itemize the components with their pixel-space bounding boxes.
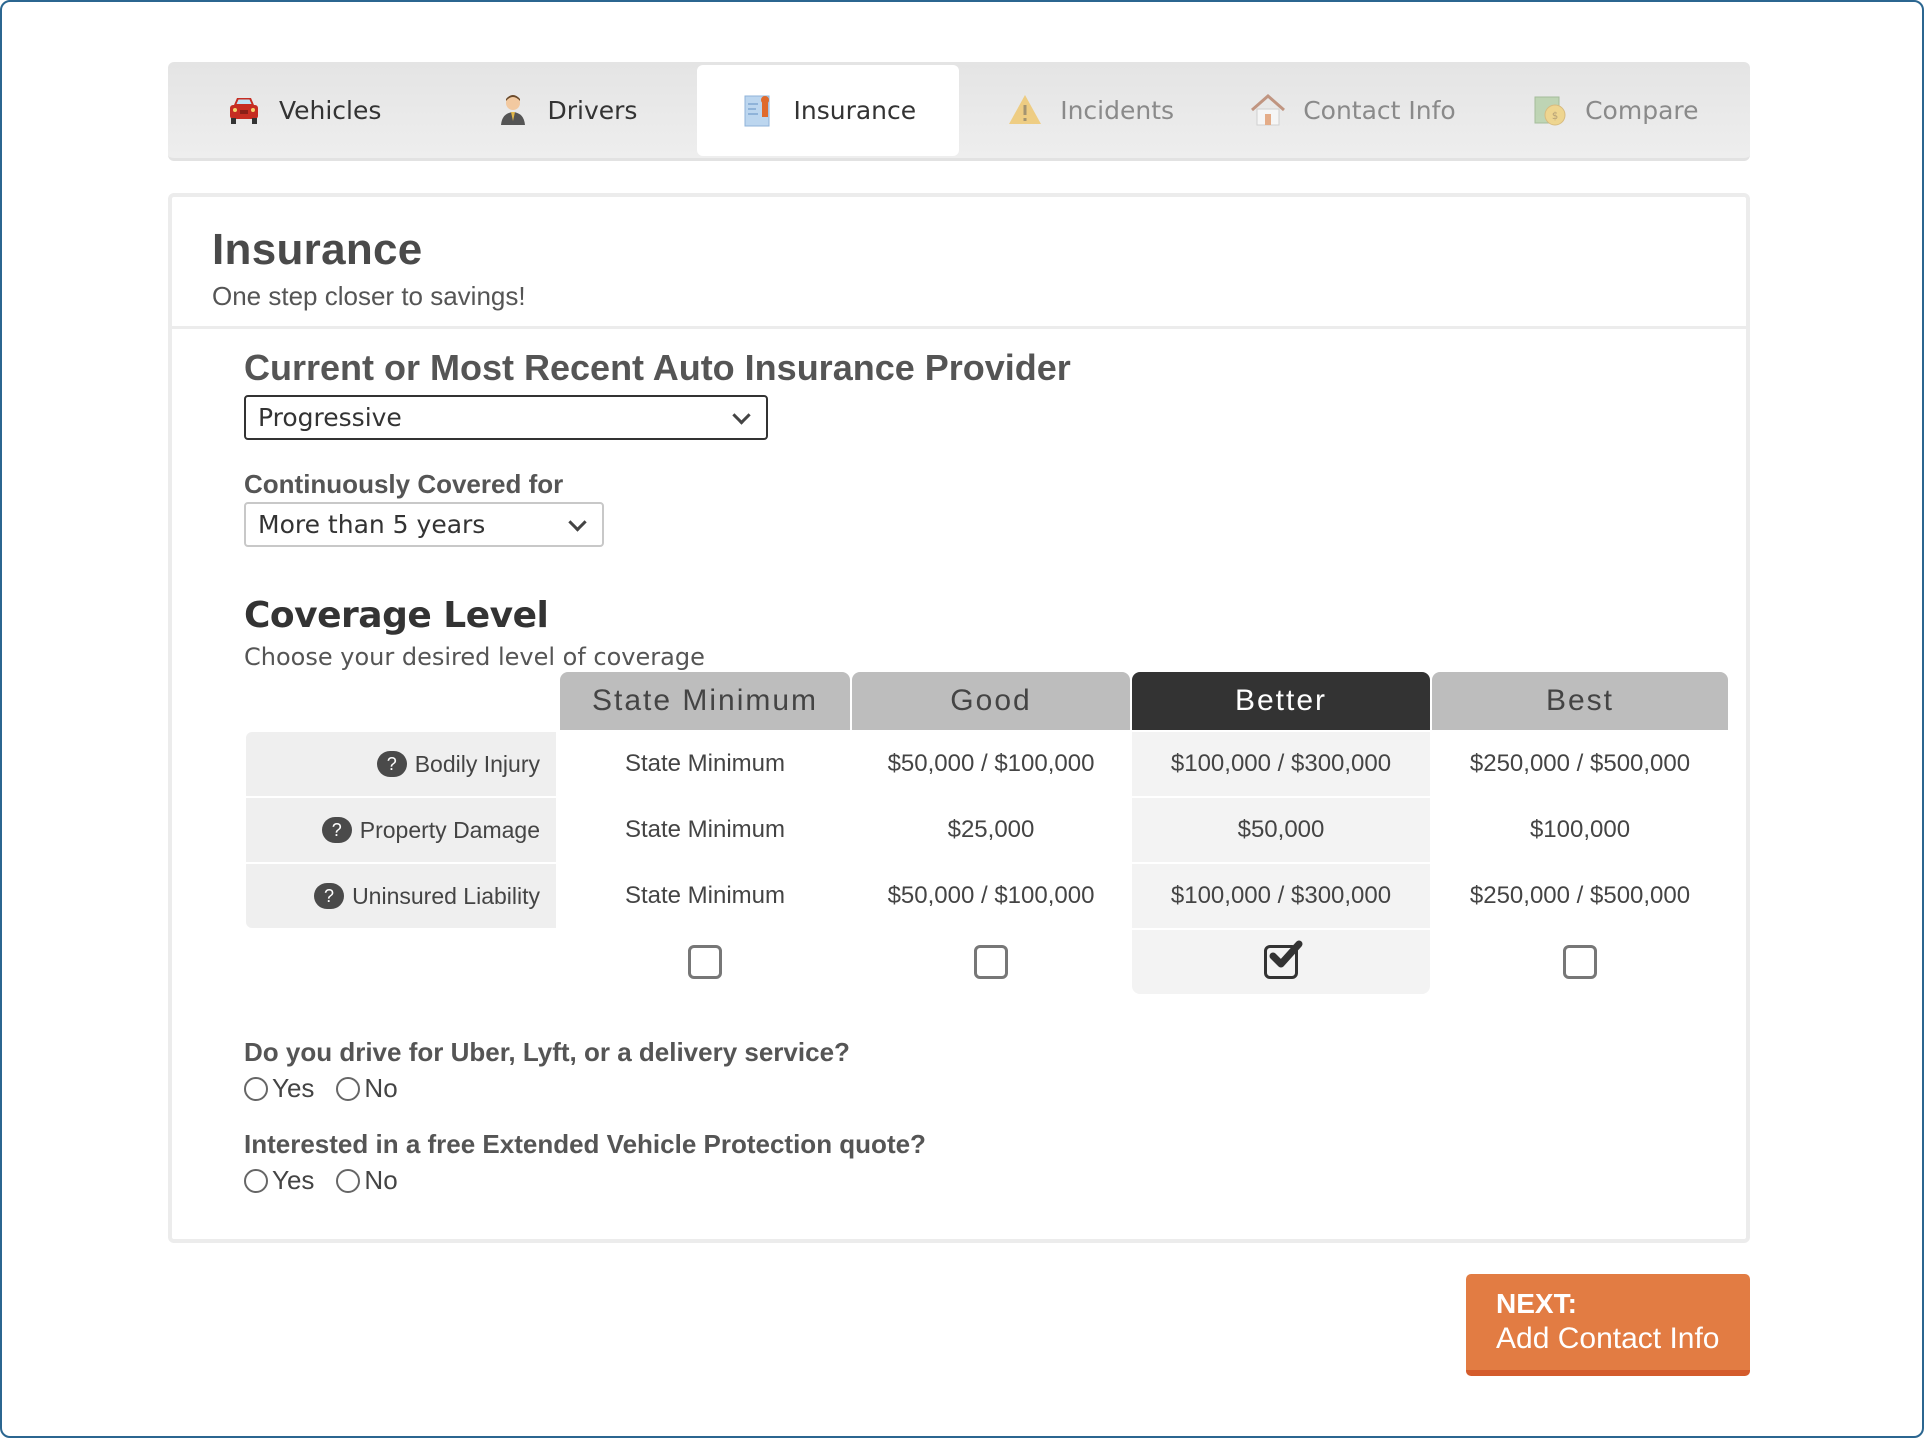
- tab-contact-info[interactable]: Contact Info: [1221, 65, 1483, 156]
- tab-label: Compare: [1585, 95, 1699, 125]
- checkbox-cell: [852, 930, 1130, 994]
- checkmark-icon: [1269, 940, 1303, 968]
- rideshare-yes-radio[interactable]: Yes: [244, 1073, 314, 1104]
- checkbox-cell: [1432, 930, 1728, 994]
- rideshare-radio-group: Yes No: [244, 1073, 398, 1104]
- select-better-checkbox[interactable]: [1264, 940, 1303, 979]
- radio-label: No: [364, 1073, 398, 1103]
- house-icon: [1249, 91, 1287, 129]
- row-label-text: Property Damage: [359, 816, 540, 843]
- covered-select[interactable]: More than 5 years: [244, 502, 604, 547]
- tab-drivers[interactable]: Drivers: [434, 65, 696, 156]
- table-cell: State Minimum: [624, 882, 786, 909]
- protection-yes-radio[interactable]: Yes: [244, 1165, 314, 1196]
- car-icon: [225, 91, 263, 129]
- tab-label: Contact Info: [1303, 95, 1456, 125]
- table-cell: State Minimum: [624, 816, 786, 843]
- level-header-best[interactable]: Best: [1432, 672, 1728, 730]
- level-header-state-minimum[interactable]: State Minimum: [560, 672, 850, 730]
- radio-circle[interactable]: [336, 1168, 361, 1193]
- chevron-down-icon: [732, 405, 751, 425]
- page-subtitle: One step closer to savings!: [212, 281, 526, 311]
- table-cell: $50,000 / $100,000: [887, 750, 1095, 777]
- page-title: Insurance: [212, 225, 423, 274]
- next-button-line1: NEXT:: [1496, 1288, 1577, 1319]
- provider-select-value: Progressive: [258, 403, 402, 432]
- table-cell: $100,000 / $300,000: [1132, 732, 1430, 796]
- rideshare-no-radio[interactable]: No: [336, 1073, 398, 1104]
- protection-question: Interested in a free Extended Vehicle Pr…: [244, 1129, 926, 1159]
- insurance-card: Insurance One step closer to savings! Cu…: [168, 193, 1750, 1243]
- table-cell: $100,000: [1529, 816, 1631, 843]
- rideshare-question: Do you drive for Uber, Lyft, or a delive…: [244, 1037, 850, 1067]
- next-add-contact-info-button[interactable]: NEXT: Add Contact Info: [1466, 1274, 1750, 1376]
- provider-select[interactable]: Progressive: [244, 395, 768, 440]
- help-icon[interactable]: ?: [376, 751, 407, 777]
- coverage-subtitle: Choose your desired level of coverage: [244, 643, 705, 671]
- row-label-bodily-injury: ? Bodily Injury: [246, 732, 556, 796]
- protection-radio-group: Yes No: [244, 1165, 398, 1196]
- tab-label: Incidents: [1060, 95, 1175, 125]
- warning-icon: [1006, 91, 1044, 129]
- table-cell: $250,000 / $500,000: [1469, 882, 1691, 909]
- certificate-icon: [739, 91, 777, 129]
- table-cell: $25,000: [947, 816, 1035, 843]
- svg-text:$: $: [1552, 111, 1558, 122]
- select-state-minimum-checkbox[interactable]: [688, 945, 722, 979]
- radio-label: Yes: [272, 1165, 315, 1195]
- table-cell: $100,000 / $300,000: [1132, 864, 1430, 928]
- table-cell: $250,000 / $500,000: [1469, 750, 1691, 777]
- provider-heading: Current or Most Recent Auto Insurance Pr…: [244, 347, 1071, 388]
- covered-select-value: More than 5 years: [258, 510, 486, 539]
- help-icon[interactable]: ?: [314, 883, 345, 909]
- radio-circle[interactable]: [244, 1076, 268, 1101]
- level-header-good[interactable]: Good: [852, 672, 1130, 730]
- radio-label: Yes: [272, 1073, 315, 1103]
- card-header: Insurance One step closer to savings!: [172, 197, 1746, 329]
- checkbox-cell: [1132, 930, 1430, 994]
- table-cell: State Minimum: [624, 750, 786, 777]
- coverage-heading: Coverage Level: [244, 595, 549, 636]
- row-label-uninsured-liability: ? Uninsured Liability: [246, 864, 556, 928]
- radio-circle[interactable]: [244, 1168, 268, 1193]
- tab-label: Insurance: [793, 95, 917, 125]
- row-label-text: Bodily Injury: [414, 750, 540, 777]
- tab-label: Drivers: [547, 95, 638, 125]
- help-icon[interactable]: ?: [321, 817, 352, 843]
- step-tabs: Vehicles Drivers Insurance Incidents Con…: [168, 62, 1750, 161]
- tab-label: Vehicles: [278, 95, 382, 125]
- tab-vehicles[interactable]: Vehicles: [172, 65, 434, 156]
- covered-label: Continuously Covered for: [244, 469, 564, 499]
- table-cell: $50,000: [1132, 798, 1430, 862]
- protection-no-radio[interactable]: No: [336, 1165, 398, 1196]
- select-best-checkbox[interactable]: [1563, 945, 1597, 979]
- radio-label: No: [364, 1165, 398, 1195]
- row-label-property-damage: ? Property Damage: [246, 798, 556, 862]
- checkbox-cell: [560, 930, 850, 994]
- row-label-text: Uninsured Liability: [352, 882, 540, 909]
- radio-circle[interactable]: [336, 1076, 361, 1101]
- money-icon: $: [1531, 91, 1569, 129]
- next-button-line2: Add Contact Info: [1496, 1322, 1720, 1355]
- chevron-down-icon: [568, 512, 587, 532]
- tab-compare[interactable]: $ Compare: [1484, 65, 1746, 156]
- level-header-better[interactable]: Better: [1132, 672, 1430, 730]
- coverage-table: State Minimum Good Better Best ? Bodily …: [246, 672, 1736, 997]
- tab-incidents[interactable]: Incidents: [959, 65, 1221, 156]
- driver-icon: [494, 91, 532, 129]
- tab-insurance[interactable]: Insurance: [696, 64, 959, 156]
- table-cell: $50,000 / $100,000: [887, 882, 1095, 909]
- select-good-checkbox[interactable]: [974, 945, 1008, 979]
